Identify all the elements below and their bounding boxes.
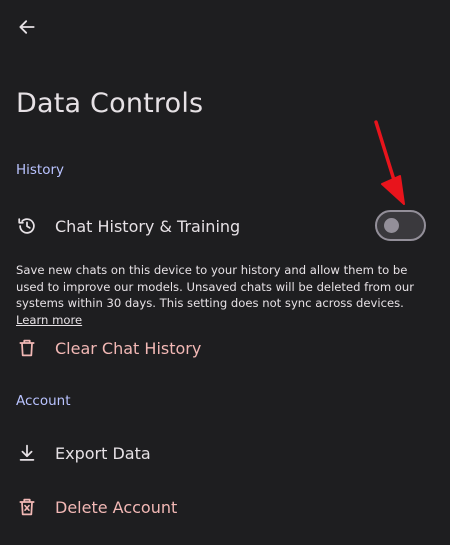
history-icon <box>16 215 38 237</box>
clear-chat-history-button[interactable]: Clear Chat History <box>0 324 450 372</box>
data-controls-screen: Data Controls History Chat History & Tra… <box>0 0 450 545</box>
section-header-account: Account <box>16 393 71 409</box>
export-data-button[interactable]: Export Data <box>0 429 450 477</box>
section-header-history: History <box>16 162 65 178</box>
clear-chat-history-label: Clear Chat History <box>55 338 202 358</box>
download-icon <box>16 442 38 464</box>
chat-history-description: Save new chats on this device to your hi… <box>16 262 436 328</box>
toggle-knob <box>384 218 399 233</box>
trash-icon <box>16 337 38 359</box>
chat-history-training-label: Chat History & Training <box>55 216 241 236</box>
arrow-left-icon <box>19 20 35 34</box>
annotation-arrow-icon <box>374 120 405 205</box>
delete-account-button[interactable]: Delete Account <box>0 483 450 531</box>
description-text: Save new chats on this device to your hi… <box>16 263 415 310</box>
trash-x-icon <box>16 496 38 518</box>
back-button[interactable] <box>14 14 40 40</box>
export-data-label: Export Data <box>55 443 151 463</box>
chat-history-toggle[interactable] <box>375 210 426 241</box>
delete-account-label: Delete Account <box>55 497 178 517</box>
page-title: Data Controls <box>16 88 204 119</box>
